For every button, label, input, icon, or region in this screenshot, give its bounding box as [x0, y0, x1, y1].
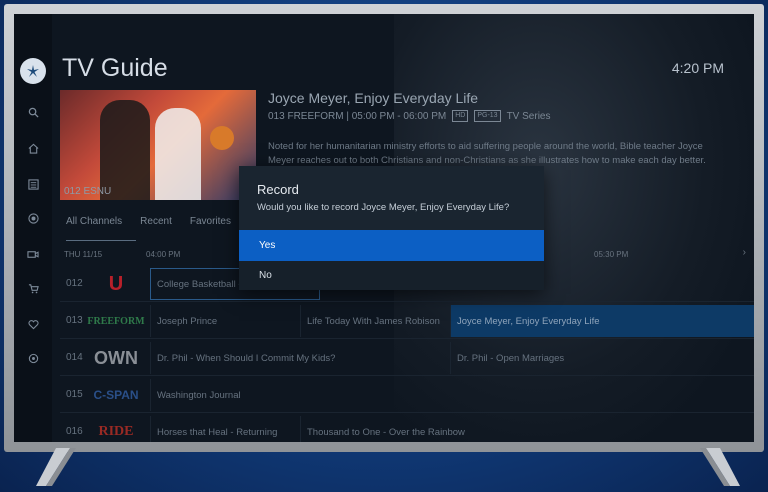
preview-channel-label: 012 ESNU — [64, 186, 112, 197]
tv-stand-left-leg — [36, 448, 100, 488]
channel-row-015[interactable]: 015 C-SPAN Washington Journal — [60, 377, 754, 413]
video-icon[interactable] — [25, 246, 41, 262]
time-slot-1: 04:00 PM — [146, 250, 181, 259]
yes-button[interactable]: Yes — [239, 230, 544, 261]
dialog-title: Record — [257, 182, 299, 197]
settings-icon[interactable] — [25, 350, 41, 366]
guide-icon[interactable] — [25, 176, 41, 192]
channel-logo-icon: OWN — [94, 347, 138, 368]
channel-number: 015 — [66, 389, 83, 400]
tab-favorites[interactable]: Favorites — [190, 216, 231, 227]
no-button[interactable]: No — [239, 261, 544, 290]
page-title: TV Guide — [62, 54, 168, 82]
tv-stand-right-leg — [676, 448, 740, 488]
program-cell[interactable]: Thousand to One - Over the Rainbow — [300, 416, 754, 442]
tv-screen: TV Guide 4:20 PM 012 ESNU Joyce Meyer, E… — [14, 14, 754, 442]
program-channel-time: 013 FREEFORM | 05:00 PM - 06:00 PM — [268, 110, 447, 122]
tab-recent[interactable]: Recent — [140, 216, 172, 227]
tab-all-channels[interactable]: All Channels — [66, 216, 122, 227]
channel-number: 016 — [66, 426, 83, 437]
search-icon[interactable] — [25, 104, 41, 120]
program-title: Joyce Meyer, Enjoy Everyday Life — [268, 90, 479, 106]
cart-icon[interactable] — [25, 280, 41, 296]
channel-logo-icon: U — [108, 272, 124, 295]
dialog-message: Would you like to record Joyce Meyer, En… — [257, 202, 510, 213]
rating-badge: PG-13 — [474, 110, 501, 122]
channel-number: 012 — [66, 278, 83, 289]
home-icon[interactable] — [25, 140, 41, 156]
channel-number: 014 — [66, 352, 83, 363]
active-tab-underline — [66, 240, 136, 241]
channel-row-014[interactable]: 014 OWN Dr. Phil - When Should I Commit … — [60, 340, 754, 376]
hd-badge: HD — [452, 110, 469, 122]
app-logo-icon — [20, 58, 46, 84]
program-cell[interactable]: Dr. Phil - When Should I Commit My Kids? — [150, 342, 450, 374]
preview-thumbnail — [60, 90, 256, 200]
channel-row-013[interactable]: 013 FREEFORM Joseph Prince Life Today Wi… — [60, 303, 754, 339]
channel-number: 013 — [66, 315, 83, 326]
time-slot-2: 05:30 PM — [594, 250, 629, 259]
channel-logo-icon: FREEFORM — [87, 315, 145, 327]
record-icon[interactable] — [25, 210, 41, 226]
chevron-right-icon[interactable]: › — [743, 247, 746, 258]
heart-icon[interactable] — [25, 316, 41, 332]
program-cell[interactable]: Washington Journal — [150, 379, 754, 411]
channel-logo-icon: RIDE — [98, 424, 134, 439]
program-cell[interactable]: Dr. Phil - Open Marriages — [450, 342, 754, 374]
channel-tabs: All Channels Recent Favorites — [66, 216, 231, 227]
tv-frame: TV Guide 4:20 PM 012 ESNU Joyce Meyer, E… — [4, 4, 764, 452]
clock: 4:20 PM — [671, 60, 724, 76]
program-meta: 013 FREEFORM | 05:00 PM - 06:00 PM HD PG… — [268, 110, 550, 122]
channel-logo-icon: C-SPAN — [93, 388, 139, 402]
channel-row-016[interactable]: 016 RIDE Horses that Heal - Returning Th… — [60, 414, 754, 442]
program-genre: TV Series — [506, 110, 551, 122]
sidebar — [14, 14, 52, 442]
program-cell[interactable]: Horses that Heal - Returning — [150, 416, 300, 442]
record-dialog: Record Would you like to record Joyce Me… — [239, 166, 544, 290]
program-description: Noted for her humanitarian ministry effo… — [268, 141, 706, 166]
program-cell[interactable]: Joseph Prince — [150, 305, 300, 337]
guide-date: THU 11/15 — [64, 250, 103, 259]
program-cell[interactable]: Life Today With James Robison — [300, 305, 450, 337]
program-cell-selected[interactable]: Joyce Meyer, Enjoy Everyday Life — [450, 305, 754, 337]
